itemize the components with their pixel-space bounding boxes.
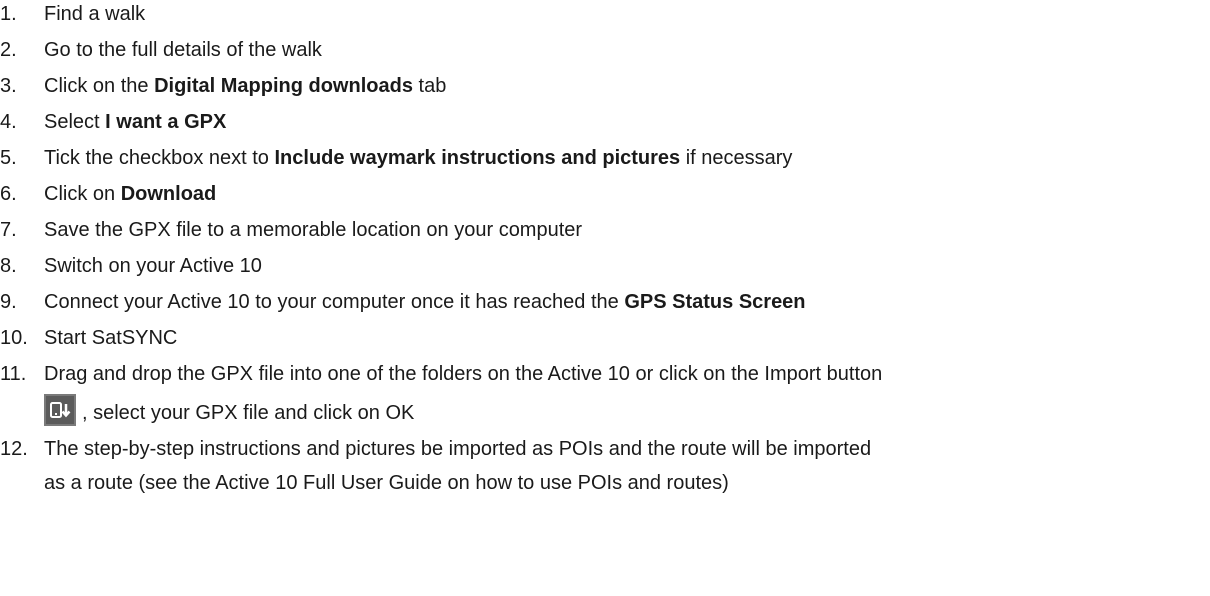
step-number: 3. — [0, 75, 17, 97]
import-button-icon — [44, 394, 76, 426]
list-item: 10. Start SatSYNC — [0, 324, 1210, 352]
step-text: if necessary — [680, 147, 793, 169]
step-text: The step-by-step instructions and pictur… — [44, 438, 872, 460]
step-number: 9. — [0, 291, 17, 313]
step-text: Switch on your Active 10 — [44, 255, 262, 277]
step-text: Select — [44, 111, 106, 133]
step-emphasis: Include waymark instructions and picture… — [274, 147, 681, 169]
step-text: Click on the — [44, 75, 155, 97]
step-text: Find a walk — [44, 3, 146, 25]
list-item: 4. Select I want a GPX — [0, 108, 1210, 136]
list-item: 9. Connect your Active 10 to your comput… — [0, 288, 1210, 316]
step-text: Start SatSYNC — [44, 327, 178, 349]
step-text-continuation: as a route (see the Active 10 Full User … — [44, 472, 729, 494]
list-item: 12. The step-by-step instructions and pi… — [0, 435, 1210, 497]
step-number: 12. — [0, 438, 28, 460]
step-text: Save the GPX file to a memorable locatio… — [44, 219, 583, 241]
step-text: , select your GPX file and click on OK — [82, 402, 415, 424]
step-text: Drag and drop the GPX file into one of t… — [44, 363, 883, 385]
step-emphasis: Download — [120, 183, 217, 205]
step-emphasis: I want a GPX — [105, 111, 227, 133]
step-number: 4. — [0, 111, 17, 133]
step-text: Go to the full details of the walk — [44, 39, 322, 61]
instruction-list: 1. Find a walk 2. Go to the full details… — [0, 0, 1210, 497]
list-item: 1. Find a walk — [0, 0, 1210, 28]
step-number: 6. — [0, 183, 17, 205]
step-text: Tick the checkbox next to — [44, 147, 275, 169]
step-number: 1. — [0, 3, 17, 25]
step-number: 10. — [0, 327, 28, 349]
step-text: Connect your Active 10 to your computer … — [44, 291, 625, 313]
list-item: 7. Save the GPX file to a memorable loca… — [0, 216, 1210, 244]
step-text: tab — [412, 75, 447, 97]
step-text-continuation: , select your GPX file and click on OK — [44, 394, 1210, 427]
step-emphasis: Digital Mapping downloads — [154, 75, 413, 97]
step-number: 8. — [0, 255, 17, 277]
list-item: 11. Drag and drop the GPX file into one … — [0, 360, 1210, 427]
list-item: 6. Click on Download — [0, 180, 1210, 208]
step-text: Click on — [44, 183, 121, 205]
step-number: 7. — [0, 219, 17, 241]
list-item: 5. Tick the checkbox next to Include way… — [0, 144, 1210, 172]
list-item: 3. Click on the Digital Mapping download… — [0, 72, 1210, 100]
list-item: 2. Go to the full details of the walk — [0, 36, 1210, 64]
list-item: 8. Switch on your Active 10 — [0, 252, 1210, 280]
step-number: 11. — [0, 363, 27, 385]
step-emphasis: GPS Status Screen — [624, 291, 806, 313]
step-number: 2. — [0, 39, 17, 61]
step-number: 5. — [0, 147, 17, 169]
